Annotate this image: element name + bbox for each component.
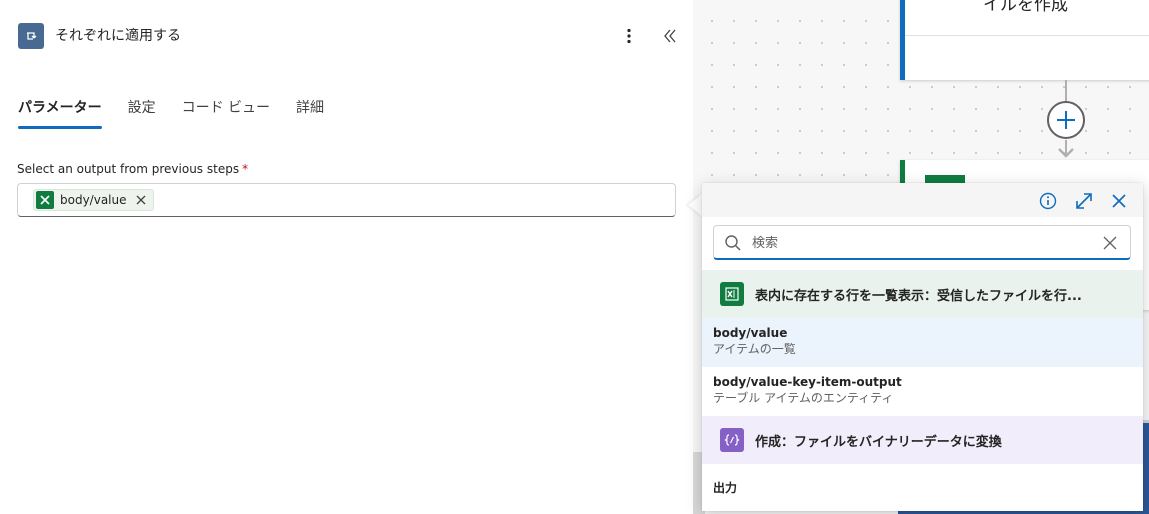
loop-icon xyxy=(18,23,44,49)
remove-token-icon[interactable] xyxy=(135,194,147,206)
output-item-output[interactable]: 出力 xyxy=(702,466,1143,511)
group-label: 作成：ファイルをバイナリーデータに変換 xyxy=(755,434,1002,450)
group-list-rows[interactable]: 表内に存在する行を一覧表示：受信したファイルを行... xyxy=(702,270,1143,318)
flyout-toolbar xyxy=(702,183,1143,217)
tab-parameters[interactable]: パラメーター xyxy=(18,97,102,129)
item-title: body/value xyxy=(713,326,788,340)
info-button[interactable] xyxy=(1036,189,1060,213)
flow-card-create-file[interactable]: イルを作成 xyxy=(900,0,1149,80)
more-options-button[interactable] xyxy=(618,24,640,48)
output-item-body-value-key[interactable]: body/value-key-item-output テーブル アイテムのエンテ… xyxy=(702,367,1143,416)
output-token[interactable]: body/value xyxy=(33,189,154,211)
info-icon xyxy=(1039,192,1057,210)
panel-title: それぞれに適用する xyxy=(55,28,181,44)
group-compose[interactable]: 作成：ファイルをバイナリーデータに変換 xyxy=(702,416,1143,464)
expand-icon xyxy=(1076,193,1092,209)
tab-code-view[interactable]: コード ビュー xyxy=(182,97,270,125)
output-field-label-text: Select an output from previous steps xyxy=(17,162,240,176)
collapse-panel-button[interactable] xyxy=(658,24,682,48)
flyout-beak xyxy=(688,194,702,216)
compose-icon xyxy=(720,428,744,452)
action-details-panel: それぞれに適用する パラメーター 設定 コード ビュー 詳細 Select an… xyxy=(0,0,693,514)
output-item-body-value[interactable]: body/value アイテムの一覧 xyxy=(702,318,1143,367)
output-field-label: Select an output from previous steps * xyxy=(17,162,248,176)
item-subtitle: アイテムの一覧 xyxy=(713,342,796,356)
card-divider xyxy=(905,35,1149,36)
add-step-button[interactable] xyxy=(1047,101,1085,139)
search-icon xyxy=(725,235,741,251)
search-field[interactable] xyxy=(713,225,1131,260)
required-mark: * xyxy=(242,162,249,176)
more-vertical-icon xyxy=(627,28,631,44)
double-chevron-left-icon xyxy=(664,29,676,43)
close-flyout-button[interactable] xyxy=(1107,189,1131,213)
search-input[interactable] xyxy=(752,231,1092,255)
item-title: 出力 xyxy=(713,481,738,495)
dynamic-content-flyout: 表内に存在する行を一覧表示：受信したファイルを行... body/value ア… xyxy=(702,183,1143,511)
clear-search-icon[interactable] xyxy=(1101,234,1119,252)
output-token-input[interactable]: body/value xyxy=(17,183,676,217)
output-token-label: body/value xyxy=(60,193,127,207)
plus-icon xyxy=(1057,111,1075,129)
panel-tabs: パラメーター 設定 コード ビュー 詳細 xyxy=(18,97,350,137)
tab-details[interactable]: 詳細 xyxy=(296,97,324,125)
excel-icon xyxy=(720,282,744,306)
expand-button[interactable] xyxy=(1072,189,1096,213)
panel-header: それぞれに適用する xyxy=(0,0,693,70)
excel-icon xyxy=(36,191,54,209)
connector-line xyxy=(1065,80,1067,102)
item-title: body/value-key-item-output xyxy=(713,375,902,389)
group-label: 表内に存在する行を一覧表示：受信したファイルを行... xyxy=(755,288,1082,304)
item-subtitle: テーブル アイテムのエンティティ xyxy=(713,391,894,405)
tab-settings[interactable]: 設定 xyxy=(128,97,156,125)
arrow-down-icon xyxy=(1058,148,1074,158)
close-icon xyxy=(1112,194,1126,208)
flow-card-title: イルを作成 xyxy=(983,0,1068,15)
